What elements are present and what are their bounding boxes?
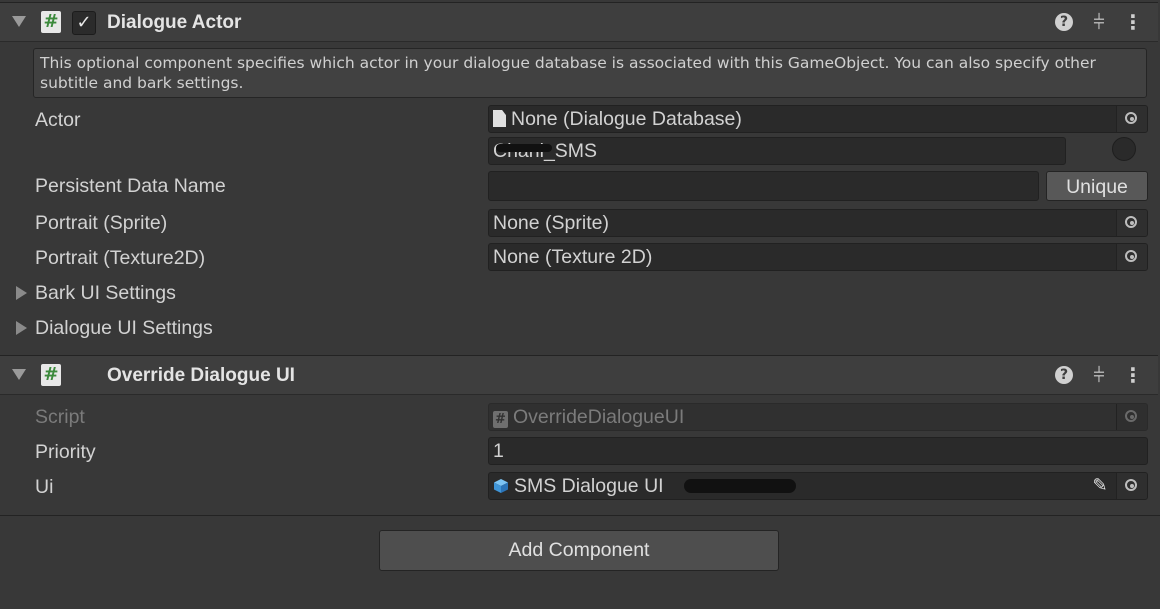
object-picker-icon bbox=[1116, 404, 1147, 430]
script-value: OverrideDialogueUI bbox=[513, 406, 685, 428]
document-icon bbox=[493, 110, 506, 127]
prefab-cube-icon bbox=[494, 479, 508, 493]
ui-value: SMS Dialogue UI bbox=[514, 475, 664, 497]
script-label: Script bbox=[35, 406, 85, 428]
edit-pencil-icon[interactable]: ✎ bbox=[1087, 473, 1113, 499]
priority-input[interactable]: 1 bbox=[488, 437, 1148, 465]
component-title: Dialogue Actor bbox=[107, 12, 242, 33]
redaction-mark bbox=[684, 479, 796, 493]
script-field: # OverrideDialogueUI bbox=[488, 403, 1148, 431]
actor-database-field[interactable]: None (Dialogue Database) bbox=[488, 105, 1148, 133]
inspector-panel: # ✓ Dialogue Actor ? ⫩ ⋮ This optional c… bbox=[0, 0, 1160, 609]
ui-label: Ui bbox=[35, 476, 54, 498]
object-picker-icon[interactable] bbox=[1116, 244, 1147, 270]
foldout-expanded-icon[interactable] bbox=[12, 16, 26, 27]
component-menu-icon[interactable]: ⋮ bbox=[1123, 365, 1143, 385]
actor-label: Actor bbox=[35, 109, 81, 131]
override-dialogue-ui-header[interactable]: # Override Dialogue UI ? ⫩ ⋮ bbox=[0, 355, 1158, 395]
add-component-button[interactable]: Add Component bbox=[379, 530, 779, 571]
foldout-expanded-icon[interactable] bbox=[12, 369, 26, 380]
dialogue-actor-header[interactable]: # ✓ Dialogue Actor ? ⫩ ⋮ bbox=[0, 2, 1158, 42]
object-picker-icon[interactable] bbox=[1116, 106, 1147, 132]
script-hash-icon: # bbox=[41, 11, 61, 33]
priority-label: Priority bbox=[35, 441, 96, 463]
help-box: This optional component specifies which … bbox=[33, 48, 1147, 98]
redaction-mark bbox=[496, 144, 552, 152]
actor-name-field[interactable]: Chani_SMS bbox=[488, 137, 1066, 165]
presets-icon[interactable]: ⫩ bbox=[1089, 12, 1109, 32]
portrait-texture-value: None (Texture 2D) bbox=[493, 246, 653, 268]
persistent-data-name-label: Persistent Data Name bbox=[35, 175, 226, 197]
section-divider bbox=[0, 515, 1160, 516]
script-hash-icon: # bbox=[41, 364, 61, 386]
ui-object-field[interactable]: SMS Dialogue UI ✎ bbox=[488, 472, 1148, 500]
portrait-texture-field[interactable]: None (Texture 2D) bbox=[488, 243, 1148, 271]
persistent-data-name-input[interactable] bbox=[488, 171, 1039, 201]
portrait-sprite-label: Portrait (Sprite) bbox=[35, 212, 168, 234]
object-picker-icon[interactable] bbox=[1116, 210, 1147, 236]
portrait-texture-label: Portrait (Texture2D) bbox=[35, 247, 206, 269]
presets-icon[interactable]: ⫩ bbox=[1089, 365, 1109, 385]
portrait-sprite-field[interactable]: None (Sprite) bbox=[488, 209, 1148, 237]
component-enabled-checkbox[interactable]: ✓ bbox=[72, 11, 96, 35]
component-menu-icon[interactable]: ⋮ bbox=[1123, 12, 1143, 32]
script-file-icon: # bbox=[493, 411, 508, 428]
help-icon[interactable]: ? bbox=[1055, 366, 1073, 384]
actor-database-value: None (Dialogue Database) bbox=[511, 108, 742, 130]
object-picker-icon[interactable] bbox=[1116, 473, 1147, 499]
foldout-collapsed-icon[interactable] bbox=[16, 321, 27, 335]
unique-button[interactable]: Unique bbox=[1046, 171, 1148, 201]
bark-ui-settings-foldout[interactable]: Bark UI Settings bbox=[35, 282, 176, 305]
help-icon[interactable]: ? bbox=[1055, 13, 1073, 31]
actor-select-toggle[interactable] bbox=[1112, 137, 1136, 161]
priority-value: 1 bbox=[493, 440, 504, 462]
dialogue-ui-settings-foldout[interactable]: Dialogue UI Settings bbox=[35, 317, 213, 340]
component-title: Override Dialogue UI bbox=[107, 365, 295, 386]
foldout-collapsed-icon[interactable] bbox=[16, 286, 27, 300]
portrait-sprite-value: None (Sprite) bbox=[493, 212, 609, 234]
